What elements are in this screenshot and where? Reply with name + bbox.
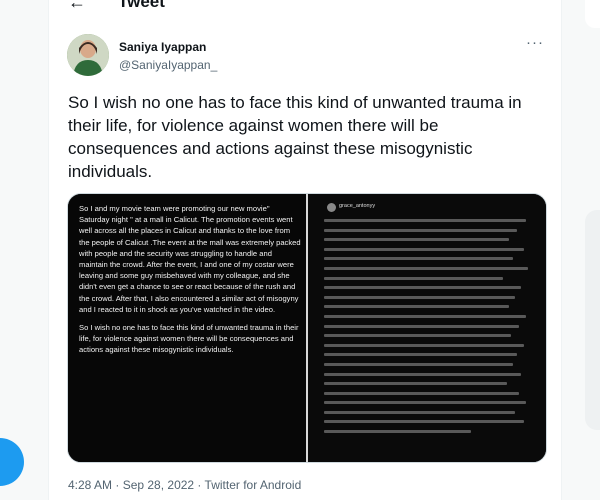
- text-line: [324, 295, 516, 299]
- malayalam-text-block: [324, 219, 534, 440]
- text-line: [324, 247, 524, 251]
- text-line: [324, 391, 520, 395]
- text-line: [324, 353, 518, 357]
- text-line: [324, 305, 509, 309]
- text-line: [324, 372, 522, 376]
- text-line: [324, 420, 524, 424]
- right-sidebar-card: [585, 0, 600, 28]
- text-line: [324, 286, 522, 290]
- text-line: [324, 362, 513, 366]
- instagram-username: grace_antonyy: [339, 203, 376, 209]
- media-caption: So I and my movie team were promoting ou…: [79, 203, 301, 363]
- right-sidebar-panel: [585, 210, 600, 430]
- text-line: [324, 276, 503, 280]
- author-handle[interactable]: @SaniyaIyappan_: [119, 58, 217, 72]
- media-caption-paragraph: So I wish no one has to face this kind o…: [79, 323, 299, 355]
- text-line: [324, 430, 471, 434]
- arrow-left-icon[interactable]: ←: [68, 0, 86, 13]
- media-caption-paragraph: So I and my movie team were promoting ou…: [79, 204, 301, 314]
- text-line: [324, 382, 507, 386]
- text-line: [324, 314, 526, 318]
- more-horizontal-icon[interactable]: ···: [526, 34, 544, 51]
- page-header: ← Tweet: [48, 0, 560, 20]
- text-line: [324, 228, 518, 232]
- text-line: [324, 401, 526, 405]
- avatar: [327, 203, 336, 212]
- compose-tweet-button[interactable]: [0, 438, 24, 486]
- tweet-media[interactable]: So I and my movie team were promoting ou…: [67, 193, 547, 463]
- page-title: Tweet: [118, 0, 165, 11]
- text-line: [324, 343, 524, 347]
- tweet-timestamp[interactable]: 4:28 AM · Sep 28, 2022 · Twitter for And…: [68, 478, 301, 492]
- author-name[interactable]: Saniya Iyappan: [119, 40, 206, 54]
- text-line: [324, 257, 513, 261]
- tweet-text: So I wish no one has to face this kind o…: [68, 93, 522, 181]
- text-line: [324, 324, 520, 328]
- text-line: [324, 334, 511, 338]
- avatar[interactable]: [67, 34, 109, 76]
- media-image-right[interactable]: grace_antonyy: [308, 194, 546, 462]
- text-line: [324, 266, 528, 270]
- text-line: [324, 238, 509, 242]
- media-image-left[interactable]: So I and my movie team were promoting ou…: [68, 194, 306, 462]
- text-line: [324, 410, 516, 414]
- text-line: [324, 219, 526, 222]
- avatar-image: [67, 34, 109, 76]
